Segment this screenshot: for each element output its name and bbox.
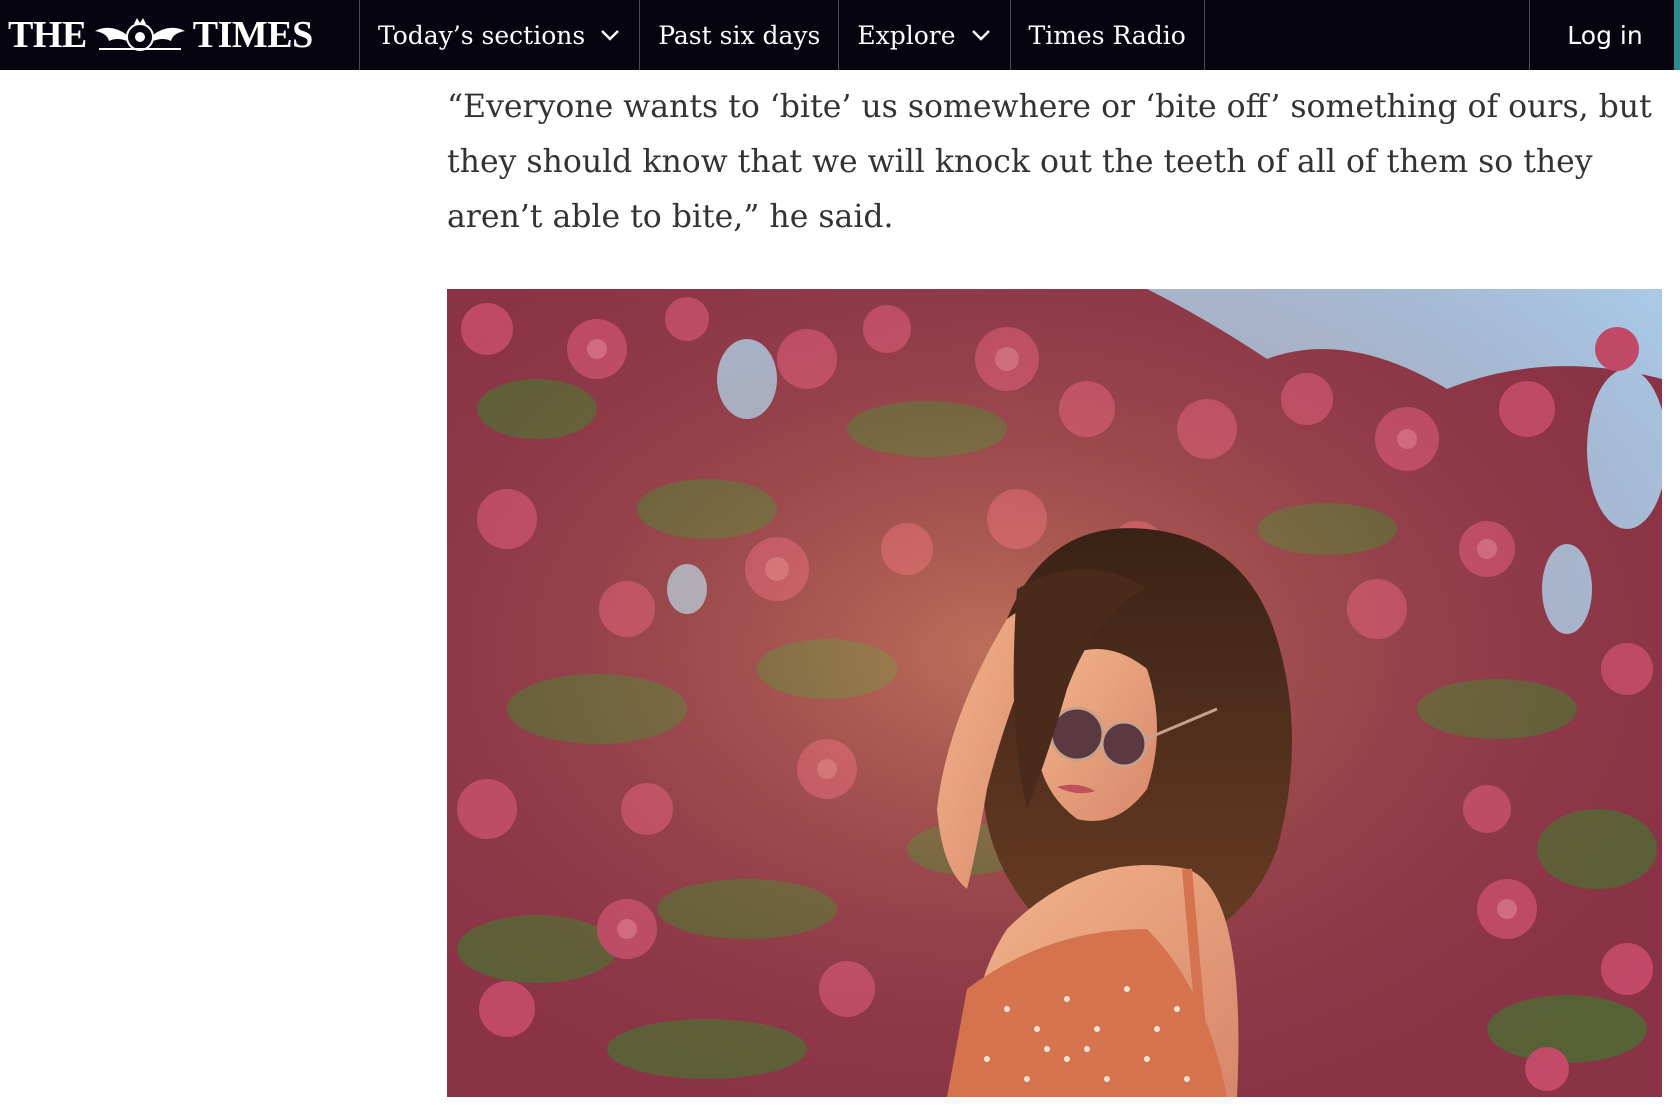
photo-illustration (447, 289, 1662, 1097)
nav-explore[interactable]: Explore (839, 0, 1011, 70)
nav-todays-sections[interactable]: Today’s sections (360, 0, 641, 70)
chevron-down-icon (971, 30, 990, 41)
nav-past-six-days-label: Past six days (658, 20, 821, 50)
nav-past-six-days[interactable]: Past six days (640, 0, 840, 70)
login-button[interactable]: Log in (1530, 0, 1680, 70)
times-logo[interactable]: THE TIMES (0, 0, 360, 70)
nav-times-radio[interactable]: Times Radio (1011, 0, 1205, 70)
nav-spacer (1205, 0, 1530, 70)
logo-word-times: TIMES (192, 14, 313, 56)
top-navigation-bar: THE TIMES Today’s sections Past six days… (0, 0, 1680, 70)
nav-todays-sections-label: Today’s sections (378, 20, 586, 50)
logo-word-the: THE (8, 14, 87, 56)
nav-explore-label: Explore (857, 20, 956, 50)
article-photo-woman-blossoms[interactable] (447, 289, 1662, 1097)
article-quote-paragraph: “Everyone wants to ‘bite’ us somewhere o… (447, 89, 1652, 235)
royal-crest-icon (94, 18, 185, 51)
scrollbar-edge (1674, 0, 1680, 70)
nav-times-radio-label: Times Radio (1028, 20, 1186, 50)
login-label: Log in (1567, 20, 1643, 50)
chevron-down-icon (601, 30, 620, 41)
